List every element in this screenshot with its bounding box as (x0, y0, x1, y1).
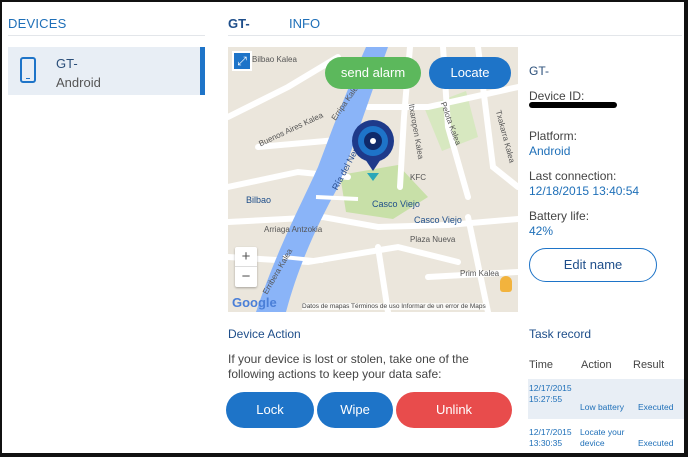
locate-button[interactable]: Locate (429, 57, 511, 89)
task-clock: 13:30:35 (529, 438, 563, 448)
map-label: Plaza Nueva (410, 235, 456, 244)
location-pin-icon (352, 120, 394, 181)
task-result: Executed (638, 402, 674, 412)
map-label: Prim Kalea (460, 269, 500, 278)
task-date: 12/17/2015 (529, 383, 572, 393)
header: DEVICES GT- INFO (2, 2, 684, 42)
device-id-redaction (529, 102, 617, 108)
device-os: Android (56, 75, 101, 90)
tab-devices[interactable]: DEVICES (8, 16, 66, 31)
map-label: Bilbao Kalea (252, 55, 297, 64)
tab-info[interactable]: INFO (289, 16, 320, 31)
map-label: Arriaga Antzokia (264, 225, 323, 234)
map-label: KFC (410, 173, 426, 182)
task-time: 12/17/2015 15:27:55 (529, 383, 579, 405)
column-header-time: Time (529, 359, 554, 371)
task-clock: 15:27:55 (529, 394, 563, 404)
wipe-button[interactable]: Wipe (317, 392, 393, 428)
divider (228, 35, 682, 36)
map-footer[interactable]: Datos de mapas Términos de uso Informar … (302, 303, 486, 310)
device-id-label: Device ID: (529, 89, 585, 103)
task-action: Low battery (580, 402, 624, 412)
sidebar-item-device[interactable]: GT- Android (8, 47, 205, 95)
task-action: Locate your device (580, 427, 625, 448)
platform-label: Platform: (529, 129, 578, 143)
edit-name-button[interactable]: Edit name (529, 248, 657, 282)
zoom-control: + − (235, 247, 257, 287)
zoom-out-button[interactable]: − (235, 267, 257, 287)
map-label: Casco Viejo (372, 199, 420, 209)
lock-button[interactable]: Lock (226, 392, 314, 428)
task-time: 12/17/2015 13:30:35 (529, 427, 579, 449)
map[interactable]: Bilbao Kalea Buenos Aires Kalea Erripa K… (228, 47, 518, 312)
last-connection-value: 12/18/2015 13:40:54 (529, 184, 640, 198)
divider (8, 35, 205, 36)
info-device-name: GT- (529, 64, 549, 78)
map-label: Casco Viejo (414, 215, 462, 225)
zoom-in-button[interactable]: + (235, 247, 257, 267)
task-row[interactable]: 12/17/2015 13:30:35 Locate your device E… (528, 423, 684, 453)
device-name: GT- (56, 56, 78, 71)
task-result: Executed (638, 438, 674, 448)
send-alarm-button[interactable]: send alarm (325, 57, 421, 89)
column-header-action: Action (581, 359, 612, 371)
task-row[interactable]: 12/17/2015 15:27:55 Low battery Executed (528, 379, 684, 419)
google-logo: Google (232, 295, 277, 310)
expand-map-icon[interactable]: ⤢ (232, 51, 252, 71)
last-connection-label: Last connection: (529, 169, 617, 183)
column-header-result: Result (633, 359, 665, 371)
window-frame: DEVICES GT- INFO GT- Android Bilbao Kale… (0, 0, 688, 457)
task-record-title: Task record (529, 327, 592, 341)
map-label: Bilbao (246, 195, 272, 205)
device-action-title: Device Action (228, 327, 301, 341)
battery-value: 42% (529, 224, 554, 238)
phone-icon (20, 57, 36, 83)
battery-label: Battery life: (529, 209, 590, 223)
unlink-button[interactable]: Unlink (396, 392, 512, 428)
task-date: 12/17/2015 (529, 427, 572, 437)
device-action-description: If your device is lost or stolen, take o… (228, 352, 469, 381)
tab-device[interactable]: GT- (228, 16, 250, 31)
platform-value: Android (529, 144, 571, 158)
pegman-icon[interactable] (500, 276, 512, 292)
